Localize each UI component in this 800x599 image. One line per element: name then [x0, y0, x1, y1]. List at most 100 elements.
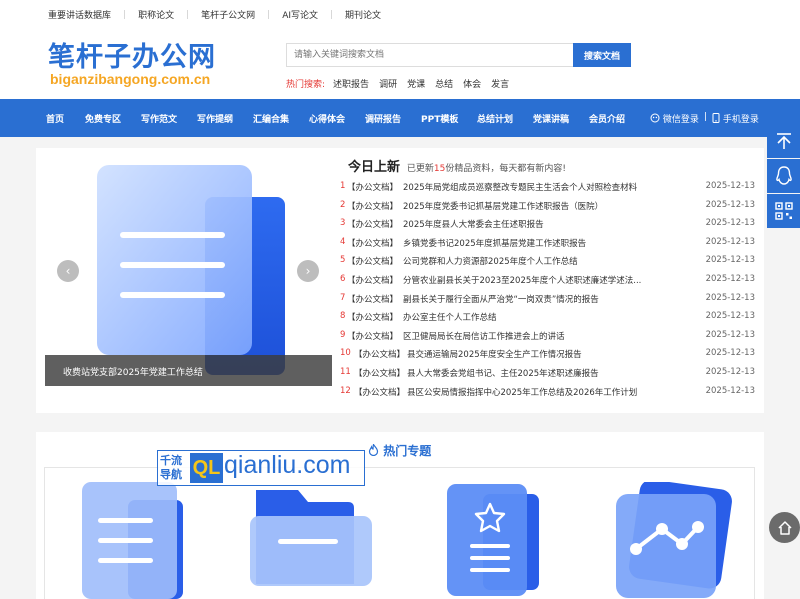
search-button[interactable]: 搜索文档 [573, 43, 631, 67]
hot-search-item[interactable]: 调研 [379, 77, 397, 90]
wechat-login-label: 微信登录 [662, 115, 699, 125]
phone-login-label: 手机登录 [722, 115, 759, 125]
hot-search-label: 热门搜索: [286, 80, 326, 90]
news-row[interactable]: 6 【办公文档】 分管农业副县长关于2023至2025年度个人述职述廉述学述法...… [340, 274, 755, 293]
nav-item-samples[interactable]: 写作范文 [141, 112, 177, 125]
latest-subtitle-suffix: 份精品资料，每天都有新内容! [445, 164, 566, 174]
top-link-ai-papers[interactable]: AI写论文 [282, 8, 318, 21]
news-category: 【办公文档】 [354, 350, 406, 361]
news-row[interactable]: 7 【办公文档】 副县长关于履行全面从严治党“一岗双责”情况的报告 2025-12-1… [340, 293, 755, 312]
hot-search-item[interactable]: 述职报告 [333, 77, 369, 90]
news-rank: 12 [340, 385, 351, 396]
news-category: 【办公文档】 [347, 238, 399, 249]
nav-item-summary[interactable]: 总结计划 [477, 112, 513, 125]
news-title-link[interactable]: 2025年度县人大常委会主任述职报告 [403, 218, 700, 230]
news-rank: 4 [340, 236, 346, 247]
wechat-login[interactable]: 微信登录 [650, 112, 699, 125]
search-input[interactable] [286, 43, 574, 67]
latest-header: 今日上新 已更新15份精品资料，每天都有新内容! [348, 156, 566, 175]
topic-document-icon[interactable] [78, 480, 188, 599]
divider: | [186, 9, 190, 20]
home-icon [777, 520, 792, 535]
home-button[interactable] [769, 512, 800, 543]
watermark-badge: QL [190, 453, 223, 483]
hot-search-item[interactable]: 总结 [435, 77, 453, 90]
news-row[interactable]: 10 【办公文档】 县交通运输局2025年度安全生产工作情况报告 2025-12-13 [340, 348, 755, 367]
news-category: 【办公文档】 [347, 331, 399, 342]
slider-next-button[interactable]: › [297, 260, 319, 282]
news-row[interactable]: 8 【办公文档】 办公室主任个人工作总结 2025-12-13 [340, 311, 755, 330]
news-rank: 8 [340, 311, 346, 322]
hot-topics-title: 热门专题 [368, 442, 431, 459]
phone-login[interactable]: 手机登录 [712, 112, 759, 125]
topic-star-document-icon[interactable] [443, 482, 543, 599]
news-title-link[interactable]: 乡镇党委书记2025年度抓基层党建工作述职报告 [403, 237, 700, 249]
news-title-link[interactable]: 2025年度党委书记抓基层党建工作述职报告（医院） [403, 200, 700, 212]
back-to-top-icon [776, 133, 791, 149]
news-title-link[interactable]: 县交通运输局2025年度安全生产工作情况报告 [407, 348, 700, 360]
qianliu-watermark[interactable]: 千流 导航 QL qianliu.com [157, 450, 365, 486]
topic-analytics-icon[interactable] [612, 482, 732, 599]
main-nav: 首页 免费专区 写作范文 写作提纲 汇编合集 心得体会 调研报告 PPT模板 总… [0, 99, 800, 137]
news-row[interactable]: 1 【办公文档】 2025年局党组成员巡察整改专题民主生活会个人对照检查材料 2025… [340, 181, 755, 200]
watermark-url: qianliu.com [224, 451, 351, 479]
latest-title: 今日上新 [348, 160, 401, 175]
news-title-link[interactable]: 区卫健局局长在局信访工作推进会上的讲话 [403, 330, 700, 342]
news-category: 【办公文档】 [347, 220, 399, 231]
news-category: 【办公文档】 [347, 257, 399, 268]
top-link-title-papers[interactable]: 职称论文 [138, 8, 174, 21]
news-row[interactable]: 3 【办公文档】 2025年度县人大常委会主任述职报告 2025-12-13 [340, 218, 755, 237]
news-date: 2025-12-13 [705, 218, 755, 229]
news-rank: 6 [340, 273, 346, 284]
latest-subtitle-prefix: 已更新 [406, 164, 434, 174]
news-date: 2025-12-13 [705, 292, 755, 303]
slider-caption[interactable]: 收费站党支部2025年党建工作总结 [45, 355, 332, 386]
news-rank: 1 [340, 181, 346, 191]
nav-item-home[interactable]: 首页 [46, 112, 64, 125]
divider: | [267, 9, 271, 20]
news-row[interactable]: 11 【办公文档】 县人大常委会党组书记、主任2025年述职述廉报告 2025-12-… [340, 367, 755, 386]
news-date: 2025-12-13 [705, 329, 755, 340]
news-title-link[interactable]: 县区公安局情报指挥中心2025年工作总结及2026年工作计划 [407, 386, 700, 398]
news-row[interactable]: 9 【办公文档】 区卫健局局长在局信访工作推进会上的讲话 2025-12-13 [340, 330, 755, 349]
nav-item-ppt[interactable]: PPT模板 [421, 112, 458, 125]
news-date: 2025-12-13 [705, 255, 755, 266]
top-link-journal-papers[interactable]: 期刊论文 [345, 8, 381, 21]
nav-item-party-lectures[interactable]: 党课讲稿 [533, 112, 569, 125]
news-title-link[interactable]: 2025年局党组成员巡察整改专题民主生活会个人对照检查材料 [403, 181, 700, 193]
news-row[interactable]: 5 【办公文档】 公司党群和人力资源部2025年度个人工作总结 2025-12-13 [340, 255, 755, 274]
hot-search-item[interactable]: 发言 [491, 77, 509, 90]
featured-slider[interactable] [45, 157, 332, 386]
news-row[interactable]: 12 【办公文档】 县区公安局情报指挥中心2025年工作总结及2026年工作计划 20… [340, 386, 755, 405]
hot-search-item[interactable]: 体会 [463, 77, 481, 90]
qr-code-button[interactable] [767, 194, 800, 228]
news-title-link[interactable]: 副县长关于履行全面从严治党“一岗双责”情况的报告 [403, 293, 700, 305]
watermark-cn-line1: 千流 [160, 454, 182, 467]
document-illustration [97, 165, 285, 375]
nav-item-outlines[interactable]: 写作提纲 [197, 112, 233, 125]
nav-item-membership[interactable]: 会员介绍 [589, 112, 625, 125]
news-row[interactable]: 2 【办公文档】 2025年度党委书记抓基层党建工作述职报告（医院） 2025-12-… [340, 200, 755, 219]
nav-item-collections[interactable]: 汇编合集 [253, 112, 289, 125]
news-date: 2025-12-13 [705, 273, 755, 284]
topic-folder-icon[interactable] [248, 484, 373, 599]
qq-button[interactable] [767, 159, 800, 193]
news-title-link[interactable]: 办公室主任个人工作总结 [403, 311, 700, 323]
nav-item-research[interactable]: 调研报告 [365, 112, 401, 125]
news-title-link[interactable]: 县人大常委会党组书记、主任2025年述职述廉报告 [407, 367, 700, 379]
top-link-gongwen[interactable]: 笔杆子公文网 [201, 8, 255, 21]
nav-item-free[interactable]: 免费专区 [85, 112, 121, 125]
news-rank: 5 [340, 255, 346, 266]
news-title-link[interactable]: 分管农业副县长关于2023至2025年度个人述职述廉述学述法... [403, 274, 700, 286]
nav-item-experience[interactable]: 心得体会 [309, 112, 345, 125]
news-title-link[interactable]: 公司党群和人力资源部2025年度个人工作总结 [403, 255, 700, 267]
news-rank: 11 [340, 366, 351, 377]
divider: | [330, 9, 334, 20]
hot-search-item[interactable]: 党课 [407, 77, 425, 90]
news-row[interactable]: 4 【办公文档】 乡镇党委书记2025年度抓基层党建工作述职报告 2025-12-13 [340, 237, 755, 256]
top-link-speech-db[interactable]: 重要讲话数据库 [48, 8, 111, 21]
slider-prev-button[interactable]: ‹ [57, 260, 79, 282]
site-logo[interactable]: 笔杆子办公网 [48, 35, 216, 74]
back-to-top-button[interactable] [767, 124, 800, 158]
hot-search: 热门搜索: 述职报告 调研 党课 总结 体会 发言 [286, 77, 519, 90]
